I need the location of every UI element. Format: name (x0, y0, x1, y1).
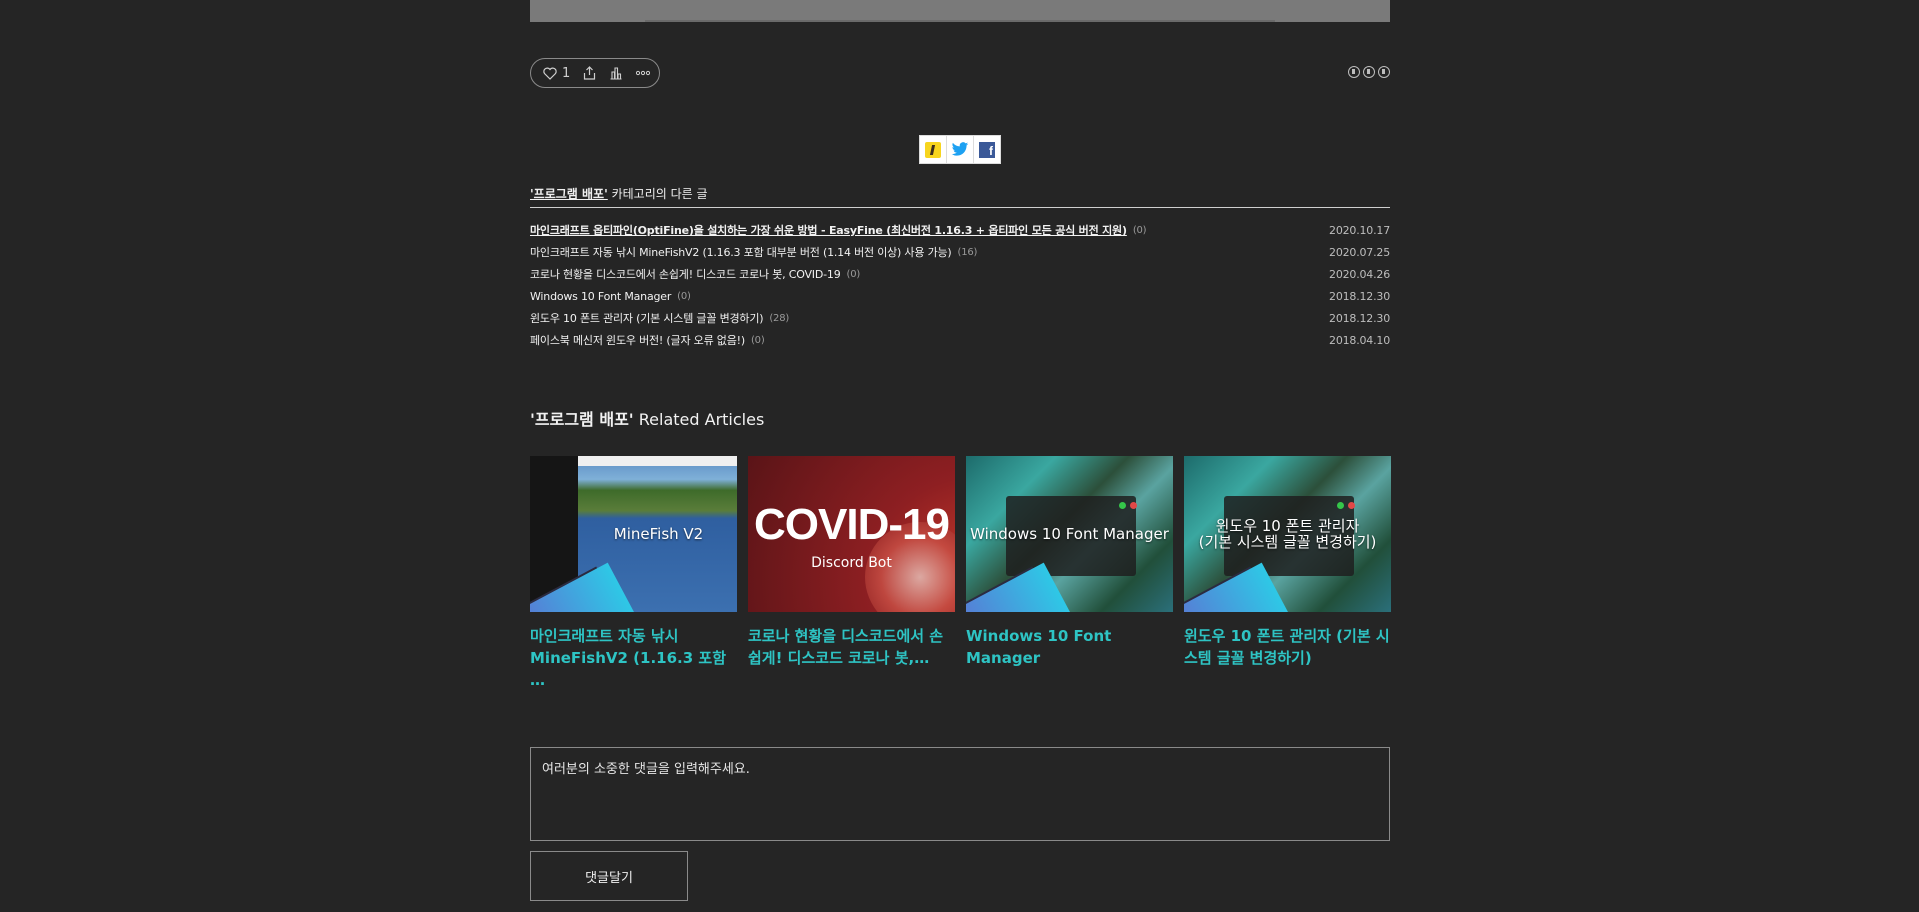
facebook-icon: f (979, 141, 995, 158)
post-title-link[interactable]: Windows 10 Font Manager (530, 290, 671, 303)
kakaostory-icon (925, 141, 941, 158)
kakaostory-share-button[interactable] (920, 136, 947, 163)
post-title-link[interactable]: 윈도우 10 폰트 관리자 (기본 시스템 글꼴 변경하기) (530, 310, 764, 326)
post-title-link[interactable]: 마인크래프트 옵티파인(OptiFine)을 설치하는 가장 쉬운 방법 - E… (530, 222, 1127, 238)
comment-input[interactable] (530, 747, 1390, 841)
comment-submit-button[interactable]: 댓글달기 (530, 851, 688, 901)
card-thumbnail[interactable]: COVID-19 Discord Bot (748, 456, 955, 612)
cc-nd-icon (1378, 66, 1390, 78)
post-title-link[interactable]: 마인크래프트 자동 낚시 MineFishV2 (1.16.3 포함 대부분 버… (530, 244, 952, 260)
comment-count: (0) (846, 268, 861, 280)
cc-license[interactable] (1348, 66, 1390, 78)
share-button[interactable] (583, 66, 596, 80)
list-item[interactable]: 코로나 현황을 디스코드에서 손쉽게! 디스코드 코로나 봇, COVID-19… (530, 263, 1390, 285)
bar-chart-icon (610, 67, 622, 80)
list-item[interactable]: 윈도우 10 폰트 관리자 (기본 시스템 글꼴 변경하기) (28) 2018.1… (530, 307, 1390, 329)
list-item[interactable]: Windows 10 Font Manager (0) 2018.12.30 (530, 285, 1390, 307)
facebook-share-button[interactable]: f (974, 136, 1000, 163)
card-thumbnail[interactable]: 윈도우 10 폰트 관리자 (기본 시스템 글꼴 변경하기) (1184, 456, 1391, 612)
card-thumbnail[interactable]: Windows 10 Font Manager (966, 456, 1173, 612)
more-button[interactable] (636, 70, 651, 76)
comment-count: (16) (957, 246, 978, 258)
cc-by-icon (1348, 66, 1360, 78)
list-item[interactable]: 마인크래프트 자동 낚시 MineFishV2 (1.16.3 포함 대부분 버… (530, 241, 1390, 263)
cc-nc-icon (1363, 66, 1375, 78)
category-link[interactable]: '프로그램 배포' (530, 187, 608, 201)
card-title-link[interactable]: Windows 10 Font Manager (966, 625, 1173, 669)
related-card[interactable]: COVID-19 Discord Bot 코로나 현황을 디스코드에서 손쉽게!… (748, 456, 955, 691)
more-dots-icon (636, 70, 651, 76)
post-date: 2020.07.25 (1329, 245, 1390, 259)
post-title-link[interactable]: 코로나 현황을 디스코드에서 손쉽게! 디스코드 코로나 봇, COVID-19 (530, 266, 841, 282)
card-title-link[interactable]: 윈도우 10 폰트 관리자 (기본 시스템 글꼴 변경하기) (1184, 625, 1391, 669)
post-date: 2020.04.26 (1329, 267, 1390, 281)
card-title-link[interactable]: 코로나 현황을 디스코드에서 손쉽게! 디스코드 코로나 봇,… (748, 625, 955, 669)
post-date: 2018.04.10 (1329, 333, 1390, 347)
divider (530, 207, 1390, 208)
related-articles-heading: '프로그램 배포' Related Articles (530, 410, 765, 429)
related-articles: MineFish V2 마인크래프트 자동 낚시 MineFishV2 (1.1… (530, 456, 1391, 691)
twitter-share-button[interactable] (947, 136, 974, 163)
card-title-link[interactable]: 마인크래프트 자동 낚시 MineFishV2 (1.16.3 포함 … (530, 625, 737, 691)
stats-button[interactable] (609, 66, 623, 80)
like-button[interactable]: 1 (543, 66, 570, 81)
related-card[interactable]: MineFish V2 마인크래프트 자동 낚시 MineFishV2 (1.1… (530, 456, 737, 691)
post-title-link[interactable]: 페이스북 메신저 윈도우 버전! (글자 오류 없음!) (530, 332, 745, 348)
related-card[interactable]: Windows 10 Font Manager Windows 10 Font … (966, 456, 1173, 691)
comment-count: (0) (1132, 224, 1147, 236)
sns-share-buttons: f (919, 135, 1001, 164)
list-item[interactable]: 마인크래프트 옵티파인(OptiFine)을 설치하는 가장 쉬운 방법 - E… (530, 219, 1390, 241)
post-date: 2020.10.17 (1329, 223, 1390, 237)
share-icon (584, 66, 596, 80)
twitter-icon (951, 142, 969, 156)
like-count: 1 (562, 65, 571, 81)
related-card[interactable]: 윈도우 10 폰트 관리자 (기본 시스템 글꼴 변경하기) 윈도우 10 폰트 … (1184, 456, 1391, 691)
comment-count: (0) (677, 290, 691, 302)
category-post-list: 마인크래프트 옵티파인(OptiFine)을 설치하는 가장 쉬운 방법 - E… (530, 219, 1390, 351)
comment-count: (0) (750, 334, 765, 346)
heart-icon (543, 67, 557, 80)
post-date: 2018.12.30 (1329, 289, 1390, 303)
comment-count: (28) (769, 312, 790, 324)
card-thumbnail[interactable]: MineFish V2 (530, 456, 737, 612)
reaction-bar: 1 (530, 58, 660, 88)
article-image-bottom (530, 0, 1390, 22)
post-date: 2018.12.30 (1329, 311, 1390, 325)
list-item[interactable]: 페이스북 메신저 윈도우 버전! (글자 오류 없음!) (0) 2018.04.1… (530, 329, 1390, 351)
category-posts-title: '프로그램 배포' 카테고리의 다른 글 (530, 187, 708, 201)
